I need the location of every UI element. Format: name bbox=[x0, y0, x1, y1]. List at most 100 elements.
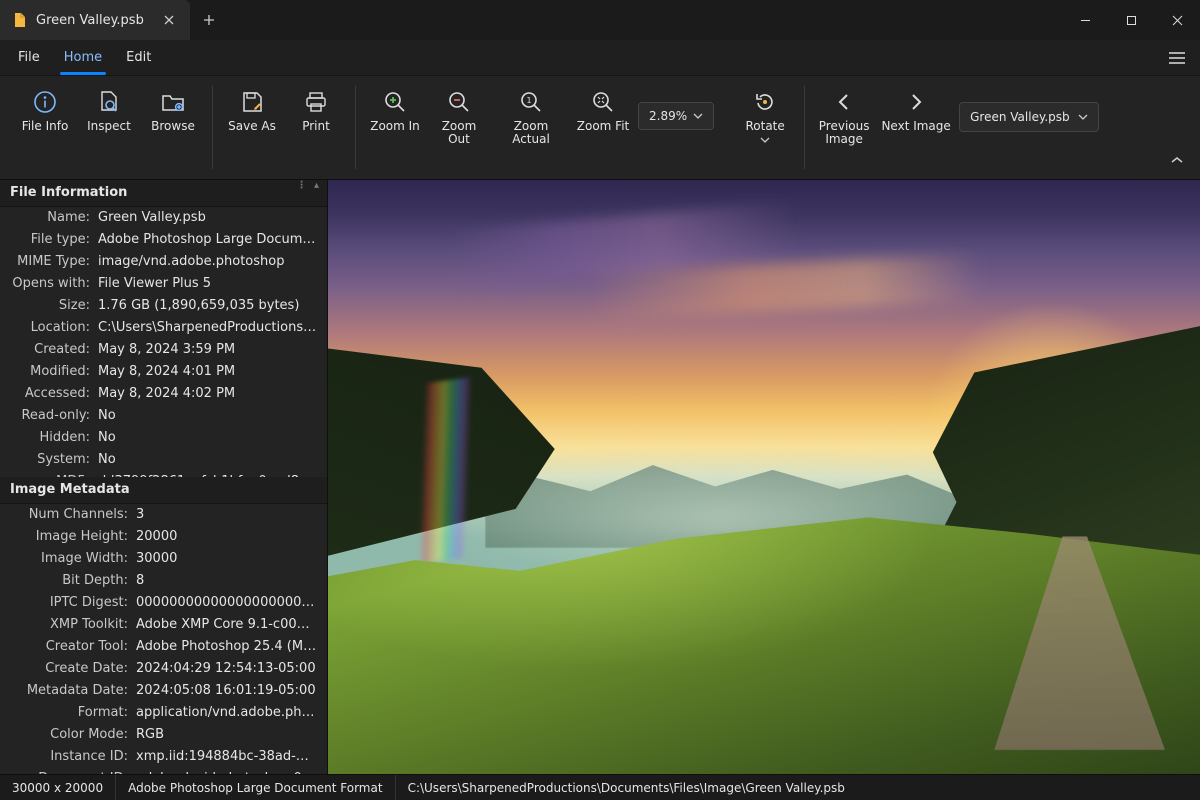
info-value: Adobe Photoshop 25.4 (Macint... bbox=[136, 638, 317, 656]
browse-button[interactable]: Browse bbox=[144, 84, 202, 135]
new-tab-button[interactable] bbox=[190, 0, 228, 40]
info-key: MIME Type: bbox=[10, 253, 90, 271]
zoom-percent-dropdown[interactable]: 2.89% bbox=[638, 102, 714, 130]
file-information-header[interactable]: File Information ⋮ ▴ bbox=[0, 180, 327, 207]
menu-file[interactable]: File bbox=[6, 44, 52, 71]
info-row: Creator Tool:Adobe Photoshop 25.4 (Macin… bbox=[0, 636, 327, 658]
print-icon bbox=[302, 88, 330, 116]
save-as-button[interactable]: Save As bbox=[223, 84, 281, 135]
info-row: File type:Adobe Photoshop Large Document… bbox=[0, 229, 327, 251]
ribbon-label: Zoom Actual bbox=[496, 120, 566, 146]
menu-bar: File Home Edit bbox=[0, 40, 1200, 76]
info-value: Adobe XMP Core 9.1-c002 79.f... bbox=[136, 616, 317, 634]
info-value: Green Valley.psb bbox=[98, 209, 317, 227]
info-key: Name: bbox=[10, 209, 90, 227]
zoom-fit-button[interactable]: Zoom Fit bbox=[574, 84, 632, 135]
previous-image-button[interactable]: Previous Image bbox=[815, 84, 873, 148]
close-window-button[interactable] bbox=[1154, 0, 1200, 40]
info-value: 30000 bbox=[136, 550, 317, 568]
info-value: 3 bbox=[136, 506, 317, 524]
close-tab-button[interactable] bbox=[158, 9, 180, 31]
info-value: RGB bbox=[136, 726, 317, 744]
info-value: 8 bbox=[136, 572, 317, 590]
info-key: Size: bbox=[10, 297, 90, 315]
info-value: 0000000000000000000000000000... bbox=[136, 594, 317, 612]
info-value: 1.76 GB (1,890,659,035 bytes) bbox=[98, 297, 317, 315]
ribbon-label: File Info bbox=[22, 120, 69, 133]
info-key: Read-only: bbox=[10, 407, 90, 425]
info-row: MIME Type:image/vnd.adobe.photoshop bbox=[0, 251, 327, 273]
next-image-button[interactable]: Next Image bbox=[879, 84, 953, 135]
image-metadata-header[interactable]: Image Metadata bbox=[0, 477, 327, 504]
minimize-button[interactable] bbox=[1062, 0, 1108, 40]
info-value: Adobe Photoshop Large Document Fo... bbox=[98, 231, 317, 249]
info-row: Num Channels:3 bbox=[0, 504, 327, 526]
info-row: IPTC Digest:0000000000000000000000000000… bbox=[0, 592, 327, 614]
info-value: May 8, 2024 3:59 PM bbox=[98, 341, 317, 359]
chevron-up-icon bbox=[1171, 156, 1183, 164]
title-bar: Green Valley.psb bbox=[0, 0, 1200, 40]
svg-text:1: 1 bbox=[526, 96, 531, 105]
chevron-down-icon bbox=[1078, 114, 1088, 120]
file-info-list: Name: Green Valley.psb File type:Adobe Pho… bbox=[0, 207, 327, 477]
zoom-out-button[interactable]: Zoom Out bbox=[430, 84, 488, 148]
image-preview bbox=[328, 180, 1200, 774]
info-key: Hidden: bbox=[10, 429, 90, 447]
status-format: Adobe Photoshop Large Document Format bbox=[116, 775, 395, 800]
panel-header-label: Image Metadata bbox=[10, 482, 130, 497]
status-bar: 30000 x 20000 Adobe Photoshop Large Docu… bbox=[0, 774, 1200, 800]
info-row: Opens with:File Viewer Plus 5 bbox=[0, 273, 327, 295]
info-key: Document ID: bbox=[10, 770, 128, 774]
panel-drag-handle-icon[interactable]: ⋮ ▴ bbox=[296, 184, 321, 188]
info-value: May 8, 2024 4:02 PM bbox=[98, 385, 317, 403]
ribbon-label: Inspect bbox=[87, 120, 131, 133]
file-info-button[interactable]: File Info bbox=[16, 84, 74, 135]
info-value: adobe:docid:photoshop:05a3ef... bbox=[136, 770, 317, 774]
ribbon-label: Zoom In bbox=[370, 120, 420, 133]
image-viewer[interactable] bbox=[328, 180, 1200, 774]
status-path: C:\Users\SharpenedProductions\Documents\… bbox=[396, 775, 1200, 800]
menu-edit[interactable]: Edit bbox=[114, 44, 163, 71]
info-row: Hidden: No bbox=[0, 427, 327, 449]
info-row: Document ID: adobe:docid:photoshop:05a3ef… bbox=[0, 768, 327, 774]
inspect-button[interactable]: Inspect bbox=[80, 84, 138, 135]
maximize-button[interactable] bbox=[1108, 0, 1154, 40]
info-row: Size: 1.76 GB (1,890,659,035 bytes) bbox=[0, 295, 327, 317]
status-dimensions: 30000 x 20000 bbox=[0, 775, 116, 800]
info-key: Modified: bbox=[10, 363, 90, 381]
info-value: No bbox=[98, 429, 317, 447]
info-key: Image Width: bbox=[10, 550, 128, 568]
zoom-fit-icon bbox=[589, 88, 617, 116]
info-row: XMP Toolkit:Adobe XMP Core 9.1-c002 79.f… bbox=[0, 614, 327, 636]
info-row: Metadata Date:2024:05:08 16:01:19-05:00 bbox=[0, 680, 327, 702]
image-metadata-list: Num Channels:3Image Height:20000Image Wi… bbox=[0, 504, 327, 774]
zoom-percent-value: 2.89% bbox=[649, 109, 687, 123]
info-key: Location: bbox=[10, 319, 90, 337]
info-key: System: bbox=[10, 451, 90, 469]
tab-title: Green Valley.psb bbox=[36, 13, 144, 28]
panel-header-label: File Information bbox=[10, 185, 127, 200]
rotate-icon bbox=[751, 88, 779, 116]
info-key: Instance ID: bbox=[10, 748, 128, 766]
info-value: 2024:05:08 16:01:19-05:00 bbox=[136, 682, 317, 700]
print-button[interactable]: Print bbox=[287, 84, 345, 135]
ribbon-label: Zoom Out bbox=[432, 120, 486, 146]
zoom-actual-button[interactable]: 1 Zoom Actual bbox=[494, 84, 568, 148]
hamburger-menu-button[interactable] bbox=[1160, 44, 1194, 72]
menu-home[interactable]: Home bbox=[52, 44, 114, 71]
info-key: Created: bbox=[10, 341, 90, 359]
info-row: Created: May 8, 2024 3:59 PM bbox=[0, 339, 327, 361]
document-tab[interactable]: Green Valley.psb bbox=[0, 0, 190, 40]
zoom-in-button[interactable]: Zoom In bbox=[366, 84, 424, 135]
inspect-icon bbox=[95, 88, 123, 116]
info-key: Color Mode: bbox=[10, 726, 128, 744]
rotate-button[interactable]: Rotate bbox=[736, 84, 794, 145]
info-value: C:\Users\SharpenedProductions\Docu... bbox=[98, 319, 317, 337]
file-selector-dropdown[interactable]: Green Valley.psb bbox=[959, 102, 1099, 132]
info-row: Name: Green Valley.psb bbox=[0, 207, 327, 229]
info-row: Location: C:\Users\SharpenedProductions\D… bbox=[0, 317, 327, 339]
collapse-ribbon-button[interactable] bbox=[1164, 149, 1190, 171]
info-value: xmp.iid:194884bc-38ad-4016-b... bbox=[136, 748, 317, 766]
ribbon-label: Browse bbox=[151, 120, 195, 133]
info-row: Modified:May 8, 2024 4:01 PM bbox=[0, 361, 327, 383]
